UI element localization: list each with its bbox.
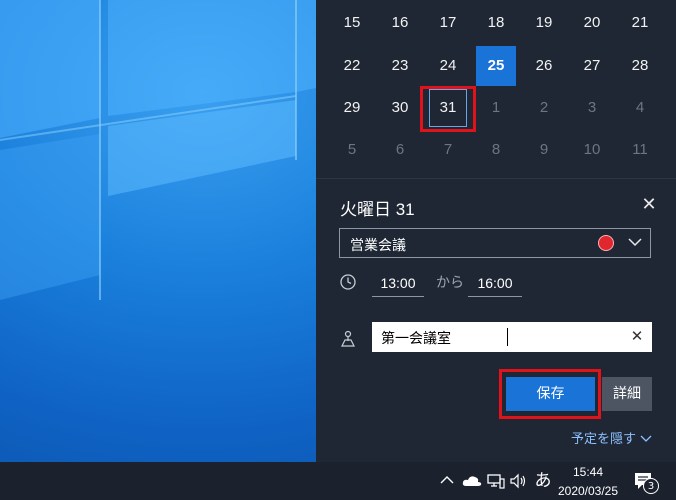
highlight-save-button — [499, 369, 601, 419]
onedrive-icon[interactable] — [462, 474, 482, 488]
chevron-down-icon — [640, 435, 652, 442]
event-date-title: 火曜日 31 — [340, 200, 415, 219]
location-input[interactable]: 第一会議室 ✕ — [372, 322, 652, 352]
divider — [316, 178, 676, 179]
calendar-day[interactable]: 3 — [572, 88, 612, 128]
event-color-dot[interactable] — [598, 235, 614, 251]
calendar-day[interactable]: 20 — [572, 3, 612, 43]
calendar-day[interactable]: 2 — [524, 88, 564, 128]
details-button[interactable]: 詳細 — [602, 377, 652, 411]
highlight-day-31 — [420, 86, 476, 132]
event-name-field[interactable]: 営業会議 — [339, 228, 651, 258]
time-separator: から — [436, 275, 464, 291]
calendar-day[interactable]: 10 — [572, 130, 612, 170]
taskbar-clock[interactable]: 15:44 2020/03/25 — [554, 464, 622, 499]
end-time-field[interactable]: 16:00 — [468, 270, 522, 297]
calendar-day[interactable]: 6 — [380, 130, 420, 170]
calendar-day[interactable]: 5 — [332, 130, 372, 170]
hide-event-label: 予定を隠す — [571, 432, 637, 447]
calendar-day[interactable]: 21 — [620, 3, 660, 43]
calendar-day[interactable]: 27 — [572, 46, 612, 86]
calendar-day[interactable]: 11 — [620, 130, 660, 170]
hide-event-link[interactable]: 予定を隠す — [571, 428, 652, 447]
network-icon[interactable] — [487, 473, 505, 489]
calendar-day[interactable]: 16 — [380, 3, 420, 43]
notification-count-badge: 3 — [643, 478, 659, 494]
calendar-day[interactable]: 22 — [332, 46, 372, 86]
clock-time: 15:44 — [572, 465, 604, 479]
calendar-day[interactable]: 18 — [476, 3, 516, 43]
calendar-day[interactable]: 9 — [524, 130, 564, 170]
text-caret — [507, 328, 508, 346]
calendar-day[interactable]: 19 — [524, 3, 564, 43]
calendar-day[interactable]: 24 — [428, 46, 468, 86]
calendar-day[interactable]: 25 — [476, 46, 516, 86]
calendar-flyout: 15 16 17 18 19 20 21 22 23 24 25 26 27 28 29 30 31 1 2 3 4 5 6… — [316, 0, 676, 462]
chevron-down-icon[interactable] — [627, 234, 643, 250]
calendar-day[interactable]: 29 — [332, 88, 372, 128]
location-icon — [341, 330, 355, 347]
location-text: 第一会議室 — [381, 331, 451, 347]
start-time-field[interactable]: 13:00 — [372, 270, 424, 297]
windows-logo — [0, 0, 316, 300]
clear-icon[interactable]: ✕ — [627, 326, 647, 346]
calendar-day[interactable]: 7 — [428, 130, 468, 170]
clock-icon — [340, 274, 356, 290]
calendar-day[interactable]: 28 — [620, 46, 660, 86]
calendar-day[interactable]: 8 — [476, 130, 516, 170]
event-name-text: 営業会議 — [350, 237, 406, 253]
ime-indicator[interactable]: あ — [532, 462, 554, 500]
taskbar: あ 15:44 2020/03/25 — [0, 462, 676, 500]
calendar-day[interactable]: 26 — [524, 46, 564, 86]
calendar-day[interactable]: 17 — [428, 3, 468, 43]
volume-icon[interactable] — [509, 473, 529, 489]
chevron-up-icon[interactable] — [440, 474, 454, 486]
calendar-day[interactable]: 23 — [380, 46, 420, 86]
calendar-day[interactable]: 1 — [476, 88, 516, 128]
calendar-day[interactable]: 15 — [332, 3, 372, 43]
calendar-day[interactable]: 4 — [620, 88, 660, 128]
calendar-day[interactable]: 30 — [380, 88, 420, 128]
close-icon[interactable]: ✕ — [638, 194, 660, 216]
clock-date: 2020/03/25 — [557, 484, 619, 498]
